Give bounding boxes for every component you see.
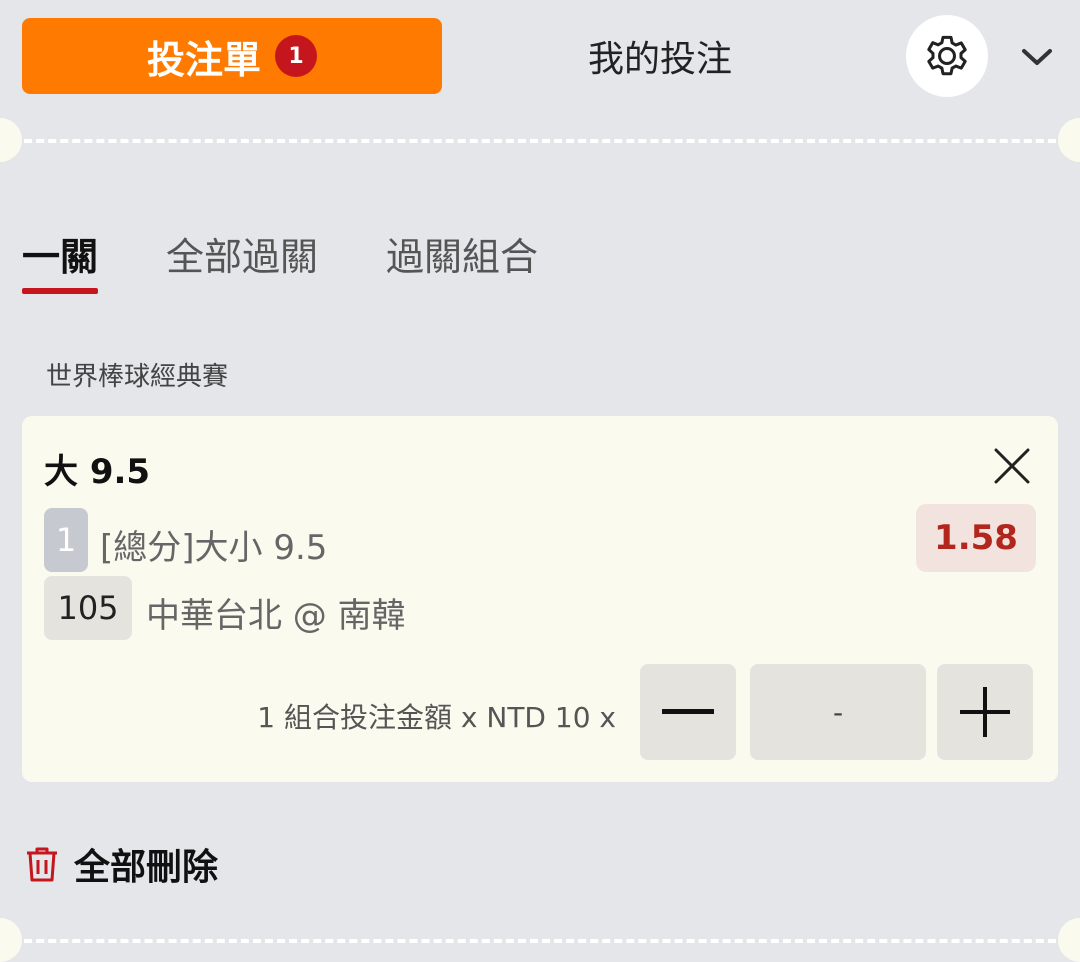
ticket-notch-left-bottom <box>0 918 22 962</box>
decrease-stake-button[interactable] <box>640 664 736 760</box>
selection-title: 大 9.5 <box>44 452 151 492</box>
minus-icon <box>662 709 714 714</box>
my-bets-label: 我的投注 <box>587 39 732 80</box>
event-code-chip: 105 <box>44 576 132 640</box>
tab-parlay-combo[interactable]: 過關組合 <box>386 226 538 296</box>
ticket-perforation-bottom <box>0 939 1080 943</box>
match-name: 中華台北 @ 南韓 <box>146 596 406 636</box>
delete-all-button[interactable]: 全部刪除 <box>24 838 218 890</box>
settings-button[interactable] <box>906 15 988 97</box>
bet-card: 大 9.5 1 [總分]大小 9.5 1.58 105 中華台北 @ 南韓 1 … <box>22 416 1058 782</box>
betslip-label: 投注單 <box>146 37 261 82</box>
chevron-down-icon <box>1022 49 1052 65</box>
remove-bet-button[interactable] <box>990 444 1034 488</box>
stake-input[interactable]: - <box>750 664 926 760</box>
league-name: 世界棒球經典賽 <box>46 362 229 392</box>
delete-all-label: 全部刪除 <box>74 847 219 888</box>
close-icon <box>994 448 1030 484</box>
trash-icon <box>27 847 57 882</box>
tab-my-bets[interactable]: 我的投注 <box>500 18 820 94</box>
tab-single[interactable]: 一關 <box>22 226 99 296</box>
odds-value: 1.58 <box>916 504 1036 572</box>
increase-stake-button[interactable] <box>937 664 1033 760</box>
market-label: [總分]大小 9.5 <box>100 528 328 568</box>
ticket-notch-right <box>1058 118 1080 162</box>
ticket-perforation <box>0 139 1080 143</box>
bet-type-tabs: 一關 全部過關 過關組合 <box>22 226 538 296</box>
tab-betslip[interactable]: 投注單 1 <box>22 18 442 94</box>
collapse-button[interactable] <box>1010 36 1064 78</box>
ticket-notch-right-bottom <box>1058 918 1080 962</box>
ticket-notch-left <box>0 118 22 162</box>
plus-icon <box>960 687 1010 737</box>
stake-label: 1 組合投注金額 x NTD 10 x <box>257 701 616 734</box>
leg-number-chip: 1 <box>44 508 88 572</box>
betslip-count-badge: 1 <box>275 35 317 77</box>
gear-icon <box>927 35 967 76</box>
tab-all-parlay[interactable]: 全部過關 <box>166 226 318 296</box>
